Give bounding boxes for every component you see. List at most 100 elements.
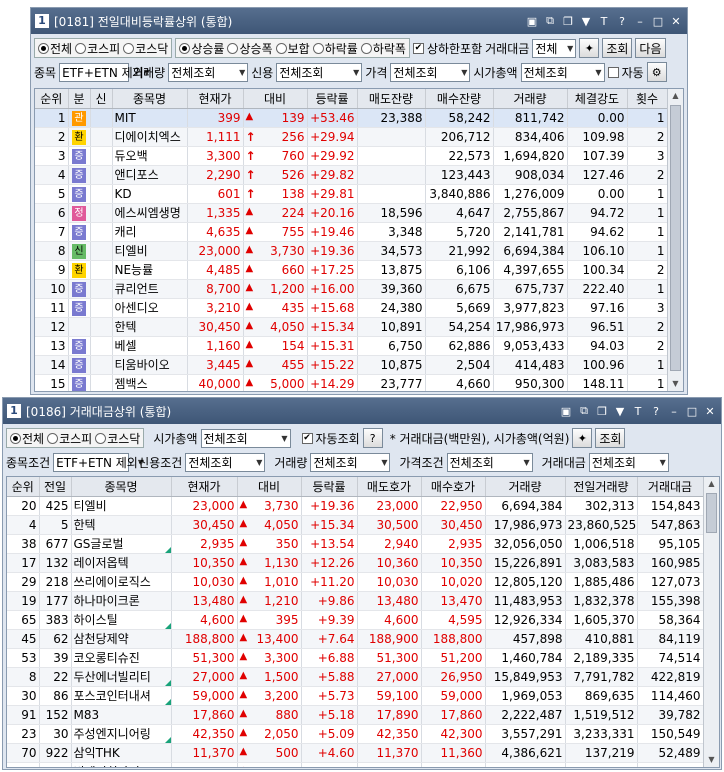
column-header[interactable]: 거래대금 bbox=[637, 477, 704, 497]
amount-select[interactable]: 전체 ▼ bbox=[532, 38, 577, 58]
column-header[interactable]: 등락률 bbox=[301, 477, 358, 497]
table-row[interactable]: 29 218 쓰리에이로직스 10,030 ▲ 1,010 +11.20 10,030 10,0… bbox=[7, 572, 704, 592]
stock-name-cell[interactable]: 젬백스 bbox=[112, 374, 188, 391]
auto-query-checkbox[interactable]: ✔ bbox=[301, 432, 313, 444]
table-row[interactable]: 91 152 M83 17,860 ▲ 880 +5.18 17,890 17,860 2,222… bbox=[7, 705, 704, 725]
price-filter-select[interactable]: 전체조회 ▼ bbox=[390, 62, 471, 82]
cond-filter-select[interactable]: ETF+ETN 제외 ▼ bbox=[53, 452, 144, 472]
stock-name-cell[interactable]: 주성엔지니어링 bbox=[71, 724, 172, 744]
table-row[interactable]: 20 425 티엘비 23,000 ▲ 3,730 +19.36 23,000 22,950 6,… bbox=[7, 496, 704, 516]
column-header[interactable]: 매수잔량 bbox=[425, 89, 494, 109]
minimize-icon[interactable]: – bbox=[633, 14, 647, 28]
query-button[interactable]: 조회 bbox=[602, 38, 633, 58]
market-radio-kosdaq[interactable]: 코스닥 bbox=[123, 40, 168, 57]
scroll-down-icon[interactable]: ▼ bbox=[704, 753, 719, 767]
scroll-up-icon[interactable]: ▲ bbox=[668, 89, 683, 103]
volume-filter-select[interactable]: 전체조회 ▼ bbox=[310, 452, 391, 472]
stock-name-cell[interactable]: 티엘비 bbox=[112, 241, 188, 261]
auto-checkbox[interactable] bbox=[607, 66, 619, 78]
table-row[interactable]: 8 22 두산에너빌리티 27,000 ▲ 1,500 +5.88 27,000 26,950 1… bbox=[7, 667, 704, 687]
mode-radio-fall-rate[interactable]: 하락률 bbox=[312, 40, 358, 57]
column-header[interactable]: 등락률 bbox=[307, 89, 358, 109]
maximize-icon[interactable]: □ bbox=[685, 404, 699, 418]
text-size-icon[interactable]: T bbox=[631, 404, 645, 418]
mode-radio-flat[interactable]: 보합 bbox=[275, 40, 310, 57]
close-icon[interactable]: ✕ bbox=[669, 14, 683, 28]
magic-icon[interactable]: ✦ bbox=[579, 38, 600, 58]
table-row[interactable]: 30 86 포스코인터내셔 59,000 ▲ 3,200 +5.73 59,100 59,000… bbox=[7, 686, 704, 706]
link-icon[interactable]: ⧉ bbox=[543, 14, 557, 28]
stock-name-cell[interactable]: 한텍 bbox=[112, 317, 188, 337]
window-titlebar[interactable]: 1 [0186] 거래대금상위 (통합) ▣ ⧉ ❐ ▼ T ? – □ ✕ bbox=[3, 398, 721, 424]
stock-name-cell[interactable]: 캐리 bbox=[112, 222, 188, 242]
column-header[interactable]: 대비 bbox=[237, 477, 302, 497]
price-filter-select[interactable]: 전체조회 ▼ bbox=[446, 452, 533, 472]
stock-name-cell[interactable]: 앤디포스 bbox=[112, 165, 188, 185]
table-row[interactable]: 10 증 큐리언트 8,700 ▲ 1,200 +16.00 39,360 6,675 675,7… bbox=[35, 279, 668, 299]
stock-name-cell[interactable]: 비에이치아이 bbox=[71, 762, 172, 767]
screen-icon[interactable]: ▣ bbox=[559, 404, 573, 418]
table-row[interactable]: 12 한텍 30,450 ▲ 4,050 +15.34 10,891 54,254 17,986… bbox=[35, 317, 668, 337]
amount-filter-select[interactable]: 전체조회 ▼ bbox=[588, 452, 669, 472]
column-header[interactable]: 거래량 bbox=[485, 477, 566, 497]
market-radio-all[interactable]: 전체 bbox=[10, 430, 44, 447]
column-header[interactable]: 순위 bbox=[35, 89, 69, 109]
stock-name-cell[interactable]: 포스코인터내셔 bbox=[71, 686, 172, 706]
stock-name-cell[interactable]: NE능률 bbox=[112, 260, 188, 280]
help-button[interactable]: ? bbox=[362, 428, 383, 448]
stock-name-cell[interactable]: M83 bbox=[71, 705, 172, 725]
table-row[interactable]: 23 30 주성엔지니어링 42,350 ▲ 2,050 +5.09 42,350 42,300… bbox=[7, 724, 704, 744]
query-button[interactable]: 조회 bbox=[595, 428, 626, 448]
item-filter-select[interactable]: ETF+ETN 제외 ▼ bbox=[59, 62, 150, 82]
stock-name-cell[interactable]: MIT bbox=[112, 108, 188, 128]
table-row[interactable]: 77183비에이치아이20,150▲820+4.2420,15020,1002,… bbox=[7, 762, 704, 767]
table-row[interactable]: 13 증 베셀 1,160 ▲ 154 +15.31 6,750 62,886 9,053,433… bbox=[35, 336, 668, 356]
table-row[interactable]: 53 39 코오롱티슈진 51,300 ▲ 3,300 +6.88 51,300 51,200 1… bbox=[7, 648, 704, 668]
table-row[interactable]: 11 증 아센디오 3,210 ▲ 435 +15.68 24,380 5,669 3,977,8… bbox=[35, 298, 668, 318]
table-row[interactable]: 3 증 듀오백 3,300 ↑ 760 +29.92 22,573 1,694,820 107.3… bbox=[35, 146, 668, 166]
column-header[interactable]: 매도호가 bbox=[357, 477, 422, 497]
table-row[interactable]: 17 132 레이저옵텍 10,350 ▲ 1,130 +12.26 10,360 10,350… bbox=[7, 553, 704, 573]
copy-icon[interactable]: ❐ bbox=[595, 404, 609, 418]
include-limit-checkbox[interactable]: ✔ bbox=[412, 42, 424, 54]
help-icon[interactable]: ? bbox=[615, 14, 629, 28]
stock-name-cell[interactable]: 하나마이크론 bbox=[71, 591, 172, 611]
cap-select[interactable]: 전체조회 ▼ bbox=[200, 428, 291, 448]
stock-name-cell[interactable]: 티움바이오 bbox=[112, 355, 188, 375]
volume-filter-select[interactable]: 전체조회 ▼ bbox=[168, 62, 249, 82]
stock-name-cell[interactable]: 한텍 bbox=[71, 515, 172, 535]
table-row[interactable]: 5 증 KD 601 ↑ 138 +29.81 3,840,886 1,276,009 0.00 1 bbox=[35, 184, 668, 204]
credit-filter-select[interactable]: 전체조회 ▼ bbox=[185, 452, 266, 472]
window-titlebar[interactable]: 1 [0181] 전일대비등락률상위 (통합) ▣ ⧉ ❐ ▼ T ? – □ … bbox=[31, 8, 687, 34]
stock-name-cell[interactable]: 에스씨엠생명 bbox=[112, 203, 188, 223]
column-header[interactable]: 분 bbox=[68, 89, 91, 109]
stock-name-cell[interactable]: 두산에너빌리티 bbox=[71, 667, 172, 687]
table-row[interactable]: 70 922 삼익THK 11,370 ▲ 500 +4.60 11,370 11,360 4,3… bbox=[7, 743, 704, 763]
column-header[interactable]: 종목명 bbox=[71, 477, 172, 497]
cap-filter-select[interactable]: 전체조회 ▼ bbox=[520, 62, 605, 82]
scroll-thumb[interactable] bbox=[670, 105, 681, 371]
mode-radio-rise-rate[interactable]: 상승률 bbox=[179, 40, 224, 57]
column-header[interactable]: 거래량 bbox=[493, 89, 568, 109]
stock-name-cell[interactable]: 하이스틸 bbox=[71, 610, 172, 630]
close-icon[interactable]: ✕ bbox=[703, 404, 717, 418]
table-row[interactable]: 2 환 디에이치엑스 1,111 ↑ 256 +29.94 206,712 834,406 109… bbox=[35, 127, 668, 147]
table-row[interactable]: 15 증 젬백스 40,000 ▲ 5,000 +14.29 23,777 4,660 950,3… bbox=[35, 374, 668, 391]
column-header[interactable]: 매도잔량 bbox=[357, 89, 426, 109]
pin-icon[interactable]: ▼ bbox=[579, 14, 593, 28]
settings-icon[interactable]: ⚙ bbox=[646, 62, 667, 82]
credit-filter-select[interactable]: 전체조회 ▼ bbox=[276, 62, 363, 82]
table-row[interactable]: 6 정 에스씨엠생명 1,335 ▲ 224 +20.16 18,596 4,647 2,755,… bbox=[35, 203, 668, 223]
next-button[interactable]: 다음 bbox=[635, 38, 666, 58]
link-icon[interactable]: ⧉ bbox=[577, 404, 591, 418]
stock-name-cell[interactable]: 쓰리에이로직스 bbox=[71, 572, 172, 592]
column-header[interactable]: 현재가 bbox=[187, 89, 244, 109]
column-header[interactable]: 순위 bbox=[7, 477, 40, 497]
stock-name-cell[interactable]: 아센디오 bbox=[112, 298, 188, 318]
market-radio-kospi[interactable]: 코스피 bbox=[75, 40, 120, 57]
stock-name-cell[interactable]: 코오롱티슈진 bbox=[71, 648, 172, 668]
minimize-icon[interactable]: – bbox=[667, 404, 681, 418]
mode-radio-fall-amt[interactable]: 하락폭 bbox=[360, 40, 406, 57]
column-header[interactable]: 신 bbox=[90, 89, 113, 109]
table-row[interactable]: 19 177 하나마이크론 13,480 ▲ 1,210 +9.86 13,480 13,470… bbox=[7, 591, 704, 611]
